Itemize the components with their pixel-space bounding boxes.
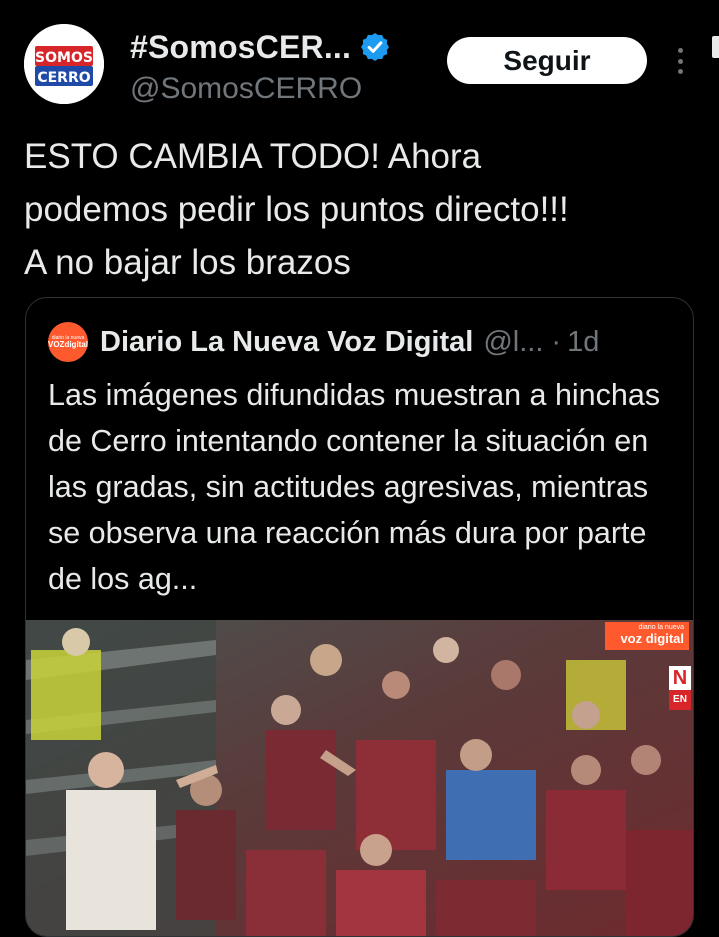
tweet-header: SOMOS CERRO #SomosCER... @SomosCERRO Seg…: [24, 24, 695, 110]
watermark-line1: diario la nueva: [638, 624, 684, 631]
more-dot: [677, 58, 683, 64]
quoted-display-name[interactable]: Diario La Nueva Voz Digital: [100, 326, 473, 359]
quoted-tweet-text: Las imágenes difundidas muestran a hinch…: [48, 378, 661, 596]
quoted-timestamp[interactable]: 1d: [567, 326, 599, 359]
channel-badge-letter: N: [669, 666, 691, 690]
channel-badge: N EN: [669, 666, 691, 714]
watermark-line2: voz digital: [620, 631, 684, 646]
tweet-text: ESTO CAMBIA TODO! Ahora podemos pedir lo…: [24, 137, 569, 282]
media-watermark: diario la nueva voz digital: [605, 622, 689, 650]
scroll-indicator: [712, 36, 719, 58]
stadium-crowd-image: [26, 620, 693, 936]
display-name[interactable]: #SomosCER...: [130, 29, 351, 66]
channel-badge-label: EN: [669, 690, 691, 710]
quoted-avatar[interactable]: diario la nueva VOZdigital: [48, 322, 88, 362]
quoted-avatar-line2: VOZdigital: [48, 339, 88, 349]
svg-text:CERRO: CERRO: [37, 70, 90, 86]
quoted-media-video[interactable]: diario la nueva voz digital N EN: [26, 620, 693, 936]
author-handle[interactable]: @SomosCERRO: [130, 72, 391, 106]
quoted-handle[interactable]: @l...: [483, 326, 543, 359]
more-options-icon[interactable]: [670, 44, 690, 78]
verified-badge-icon: [361, 33, 390, 61]
follow-button[interactable]: Seguir: [447, 37, 647, 84]
avatar[interactable]: SOMOS CERRO: [24, 24, 104, 104]
somos-cerro-logo-icon: SOMOS CERRO: [24, 24, 104, 104]
display-name-row: #SomosCER...: [130, 26, 391, 68]
quoted-tweet-header: diario la nueva VOZdigital Diario La Nue…: [48, 322, 671, 362]
more-dot: [677, 48, 683, 53]
author-names: #SomosCER... @SomosCERRO: [130, 26, 391, 106]
quoted-tweet-card[interactable]: diario la nueva VOZdigital Diario La Nue…: [25, 297, 694, 937]
more-dot: [677, 69, 683, 74]
quoted-separator: ·: [551, 325, 562, 358]
svg-text:SOMOS: SOMOS: [35, 50, 93, 66]
